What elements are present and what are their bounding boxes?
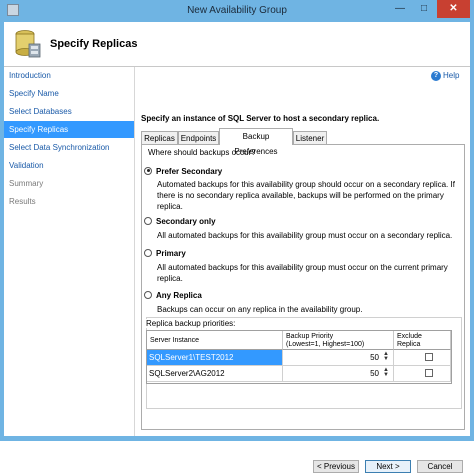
wizard-content: ? Help Specify an instance of SQL Server … [135, 67, 470, 473]
option-description: All automated backups for this availabil… [157, 263, 448, 283]
radio-prefer-secondary[interactable] [144, 166, 152, 175]
nav-item-specify-replicas[interactable]: Specify Replicas [4, 121, 134, 138]
option-label: Any Replica [156, 291, 202, 300]
option-description: Automated backups for this availability … [157, 180, 455, 211]
next-button[interactable]: Next > [365, 460, 411, 473]
option-secondary-only[interactable]: Secondary only [144, 216, 216, 226]
option-label: Primary [156, 249, 186, 258]
option-label: Prefer Secondary [156, 167, 223, 176]
exclude-header-line1: Exclude [397, 333, 422, 340]
table-row-server-cell[interactable]: SQLServer2\AG2012 [147, 366, 283, 382]
tab-backup-preferences[interactable]: Backup Preferences [219, 128, 293, 156]
priority-header-line2: (Lowest=1, Highest=100) [286, 341, 365, 348]
column-header-exclude[interactable]: Exclude Replica [394, 331, 451, 350]
wizard-header: Specify Replicas [4, 22, 470, 67]
instruction-text: Specify an instance of SQL Server to hos… [141, 114, 380, 123]
column-header-priority[interactable]: Backup Priority (Lowest=1, Highest=100) [283, 331, 394, 350]
radio-primary[interactable] [144, 248, 152, 257]
maximize-button[interactable]: □ [412, 0, 436, 18]
priority-stepper[interactable]: 50 ▲ ▼ [283, 350, 394, 366]
wizard-window: New Availability Group — □ ✕ Specify Rep… [0, 0, 474, 473]
nav-item-results: Results [9, 197, 36, 206]
exclude-cell [394, 366, 451, 382]
server-name: SQLServer1 [149, 353, 194, 362]
replica-priorities-label: Replica backup priorities: [144, 319, 238, 328]
option-prefer-secondary[interactable]: Prefer Secondary [144, 166, 223, 176]
nav-item-select-data-synchronization[interactable]: Select Data Synchronization [4, 139, 134, 156]
spin-buttons[interactable]: ▲ ▼ [382, 367, 390, 379]
spin-down-icon[interactable]: ▼ [382, 356, 390, 362]
exclude-checkbox[interactable] [425, 369, 433, 377]
priority-stepper[interactable]: 50 ▲ ▼ [283, 366, 394, 382]
priority-value: 50 [370, 353, 379, 362]
replica-priorities-grid: Server Instance Backup Priority (Lowest=… [146, 330, 452, 384]
nav-item-validation[interactable]: Validation [4, 157, 134, 174]
table-row-server-cell[interactable]: SQLServer1\TEST2012 [147, 350, 283, 366]
previous-button[interactable]: < Previous [313, 460, 359, 473]
tab-endpoints[interactable]: Endpoints [178, 131, 219, 144]
nav-item-summary: Summary [9, 179, 44, 188]
server-name: SQLServer2 [149, 369, 194, 378]
nav-item-introduction[interactable]: Introduction [4, 67, 134, 84]
server-instance-suffix: \TEST2012 [193, 353, 234, 362]
backup-preferences-panel: Where should backups occur? Prefer Secon… [141, 144, 465, 430]
server-instance-suffix: \AG2012 [193, 369, 225, 378]
option-description: Backups can occur on any replica in the … [157, 305, 363, 314]
page-title: Specify Replicas [50, 38, 138, 50]
help-icon: ? [431, 71, 441, 81]
wizard-client: Specify Replicas Introduction Specify Na… [4, 22, 470, 473]
option-any-replica[interactable]: Any Replica [144, 290, 202, 300]
help-label: Help [443, 71, 460, 81]
exclude-cell [394, 350, 451, 366]
title-bar[interactable]: New Availability Group — □ ✕ [0, 0, 474, 22]
exclude-checkbox[interactable] [425, 353, 433, 361]
exclude-header-line2: Replica [397, 341, 421, 348]
radio-any-replica[interactable] [144, 290, 152, 299]
close-button[interactable]: ✕ [437, 0, 470, 18]
cancel-button[interactable]: Cancel [417, 460, 463, 473]
option-primary[interactable]: Primary [144, 248, 186, 258]
priority-header-line1: Backup Priority [286, 333, 334, 340]
radio-secondary-only[interactable] [144, 216, 152, 225]
nav-item-specify-name[interactable]: Specify Name [4, 85, 134, 102]
column-header-server[interactable]: Server Instance [147, 331, 283, 350]
tab-replicas[interactable]: Replicas [141, 131, 178, 144]
minimize-button[interactable]: — [388, 0, 412, 18]
nav-item-select-databases[interactable]: Select Databases [4, 103, 134, 120]
option-description: All automated backups for this availabil… [157, 231, 453, 240]
spin-down-icon[interactable]: ▼ [382, 372, 390, 378]
spin-buttons[interactable]: ▲ ▼ [382, 351, 390, 363]
priority-value: 50 [370, 369, 379, 378]
help-link[interactable]: ? Help [431, 71, 459, 81]
tab-listener[interactable]: Listener [293, 131, 327, 144]
database-wizard-icon [15, 30, 41, 58]
option-label: Secondary only [156, 217, 216, 226]
wizard-nav: Introduction Specify Name Select Databas… [4, 67, 135, 436]
